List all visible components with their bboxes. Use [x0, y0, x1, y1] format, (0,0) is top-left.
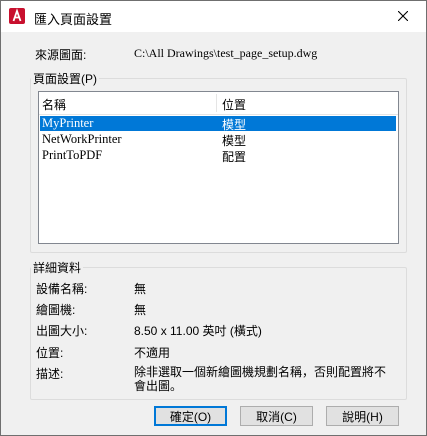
- source-drawing-label: 來源圖面:: [35, 48, 87, 62]
- plot-size-label: 出圖大小:: [36, 324, 88, 338]
- device-name-value: 無: [134, 282, 147, 296]
- column-header-name[interactable]: 名稱: [42, 96, 66, 113]
- list-item-location: 模型: [222, 118, 247, 132]
- description-value: 除非選取一個新繪圖機規劃名稱，否則配置將不會出圖。: [134, 365, 387, 393]
- import-page-setup-dialog: 匯入頁面設置 來源圖面: C:\All Drawings\test_page_s…: [0, 0, 427, 436]
- list-item-myprinter[interactable]: MyPrinter 模型: [40, 116, 396, 132]
- close-button[interactable]: [380, 1, 426, 32]
- location-value: 不適用: [134, 346, 171, 360]
- list-item-name: MyPrinter: [42, 116, 94, 130]
- list-item-location: 模型: [222, 134, 247, 148]
- source-drawing-path: C:\All Drawings\test_page_setup.dwg: [134, 46, 318, 60]
- location-label: 位置:: [36, 346, 64, 360]
- page-setups-group-title: 頁面設置(P): [31, 70, 99, 87]
- page-setups-list[interactable]: 名稱 位置 MyPrinter 模型 NetWorkPrinter 模型 Pri…: [38, 91, 399, 244]
- list-item-location: 配置: [222, 150, 247, 164]
- autocad-icon: [9, 8, 25, 24]
- description-label: 描述:: [36, 367, 64, 381]
- list-item-name: NetWorkPrinter: [42, 132, 122, 146]
- plotter-label: 繪圖機:: [36, 303, 76, 317]
- cancel-button[interactable]: 取消(C): [240, 406, 313, 426]
- list-item-networkprinter[interactable]: NetWorkPrinter 模型: [40, 132, 396, 148]
- plotter-value: 無: [134, 303, 147, 317]
- title-bar: 匯入頁面設置: [1, 1, 426, 32]
- device-name-label: 設備名稱:: [36, 282, 88, 296]
- list-header: 名稱 位置: [39, 92, 398, 115]
- column-header-location[interactable]: 位置: [222, 96, 246, 113]
- close-icon: [397, 10, 409, 24]
- details-group-title: 詳細資料: [31, 259, 84, 276]
- column-divider[interactable]: [216, 94, 217, 112]
- help-button[interactable]: 說明(H): [326, 406, 399, 426]
- list-item-name: PrintToPDF: [42, 148, 103, 162]
- list-item-printtopdf[interactable]: PrintToPDF 配置: [40, 148, 396, 164]
- ok-button[interactable]: 確定(O): [154, 406, 227, 426]
- window-title: 匯入頁面設置: [34, 12, 113, 27]
- plot-size-value: 8.50 x 11.00 英吋 (橫式): [134, 324, 262, 338]
